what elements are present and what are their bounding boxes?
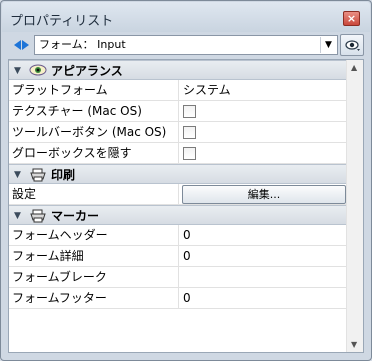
property-value[interactable]: 0 bbox=[180, 288, 347, 309]
collapse-triangle-icon[interactable]: ▼ bbox=[14, 66, 21, 76]
arrow-left-icon[interactable] bbox=[14, 40, 21, 50]
row-form-detail[interactable]: フォーム詳細 0 bbox=[9, 246, 347, 267]
scroll-down-icon[interactable]: ▼ bbox=[351, 340, 357, 349]
property-list-window: プロパティリスト × フォーム： Input ▼ ▼ アピアランス プラットフォ… bbox=[0, 0, 372, 361]
toolbar: フォーム： Input ▼ bbox=[8, 34, 364, 56]
row-settings[interactable]: 設定 編集... bbox=[9, 184, 347, 205]
row-hide-grow-box[interactable]: グローボックスを隠す bbox=[9, 143, 347, 164]
section-label: アピアランス bbox=[51, 64, 123, 78]
object-select-value: フォーム： Input bbox=[39, 38, 126, 51]
texture-checkbox[interactable] bbox=[183, 105, 196, 118]
title-bar[interactable]: プロパティリスト × bbox=[2, 2, 370, 32]
hide-grow-box-checkbox[interactable] bbox=[183, 147, 196, 160]
collapse-triangle-icon[interactable]: ▼ bbox=[14, 170, 21, 180]
arrow-right-icon[interactable] bbox=[22, 40, 29, 50]
eye-rainbow-icon bbox=[29, 64, 47, 76]
property-panel: ▼ アピアランス プラットフォーム システム テクスチャー (Mac OS) ツ… bbox=[8, 59, 364, 353]
property-name: フォームフッター bbox=[9, 288, 179, 309]
row-form-footer[interactable]: フォームフッター 0 bbox=[9, 288, 347, 309]
property-name: ツールバーボタン (Mac OS) bbox=[9, 122, 179, 143]
property-table: ▼ アピアランス プラットフォーム システム テクスチャー (Mac OS) ツ… bbox=[9, 60, 347, 309]
property-name: グローボックスを隠す bbox=[9, 143, 179, 164]
section-label: 印刷 bbox=[51, 168, 76, 182]
property-name: フォームヘッダー bbox=[9, 225, 179, 246]
property-name: プラットフォーム bbox=[9, 80, 179, 101]
row-platform[interactable]: プラットフォーム システム bbox=[9, 80, 347, 101]
collapse-triangle-icon[interactable]: ▼ bbox=[14, 211, 21, 221]
property-value[interactable]: システム bbox=[180, 80, 347, 101]
object-select[interactable]: フォーム： Input ▼ bbox=[34, 35, 338, 55]
vertical-scrollbar[interactable]: ▲ ▼ bbox=[346, 60, 363, 352]
row-texture[interactable]: テクスチャー (Mac OS) bbox=[9, 101, 347, 122]
chevron-down-icon: ▼ bbox=[320, 37, 336, 53]
property-name: フォームブレーク bbox=[9, 267, 179, 288]
property-value[interactable] bbox=[180, 267, 347, 288]
row-form-header[interactable]: フォームヘッダー 0 bbox=[9, 225, 347, 246]
printer-icon bbox=[30, 209, 46, 223]
property-name: フォーム詳細 bbox=[9, 246, 179, 267]
view-options-button[interactable] bbox=[340, 34, 364, 56]
eye-icon bbox=[345, 40, 360, 51]
close-button[interactable]: × bbox=[343, 11, 360, 26]
row-toolbar-button[interactable]: ツールバーボタン (Mac OS) bbox=[9, 122, 347, 143]
property-value[interactable]: 0 bbox=[180, 246, 347, 267]
edit-button[interactable]: 編集... bbox=[182, 185, 346, 204]
section-print[interactable]: ▼ 印刷 bbox=[9, 164, 347, 184]
nav-arrows bbox=[14, 39, 36, 51]
row-form-break[interactable]: フォームブレーク bbox=[9, 267, 347, 288]
property-value[interactable]: 0 bbox=[180, 225, 347, 246]
section-marker[interactable]: ▼ マーカー bbox=[9, 205, 347, 225]
toolbar-button-checkbox[interactable] bbox=[183, 126, 196, 139]
scroll-up-icon[interactable]: ▲ bbox=[351, 63, 357, 72]
section-label: マーカー bbox=[51, 209, 100, 223]
printer-icon bbox=[30, 168, 46, 182]
close-icon: × bbox=[346, 12, 357, 25]
section-appearance[interactable]: ▼ アピアランス bbox=[9, 60, 347, 80]
property-name: 設定 bbox=[9, 184, 179, 205]
property-name: テクスチャー (Mac OS) bbox=[9, 101, 179, 122]
window-title: プロパティリスト bbox=[10, 14, 114, 29]
